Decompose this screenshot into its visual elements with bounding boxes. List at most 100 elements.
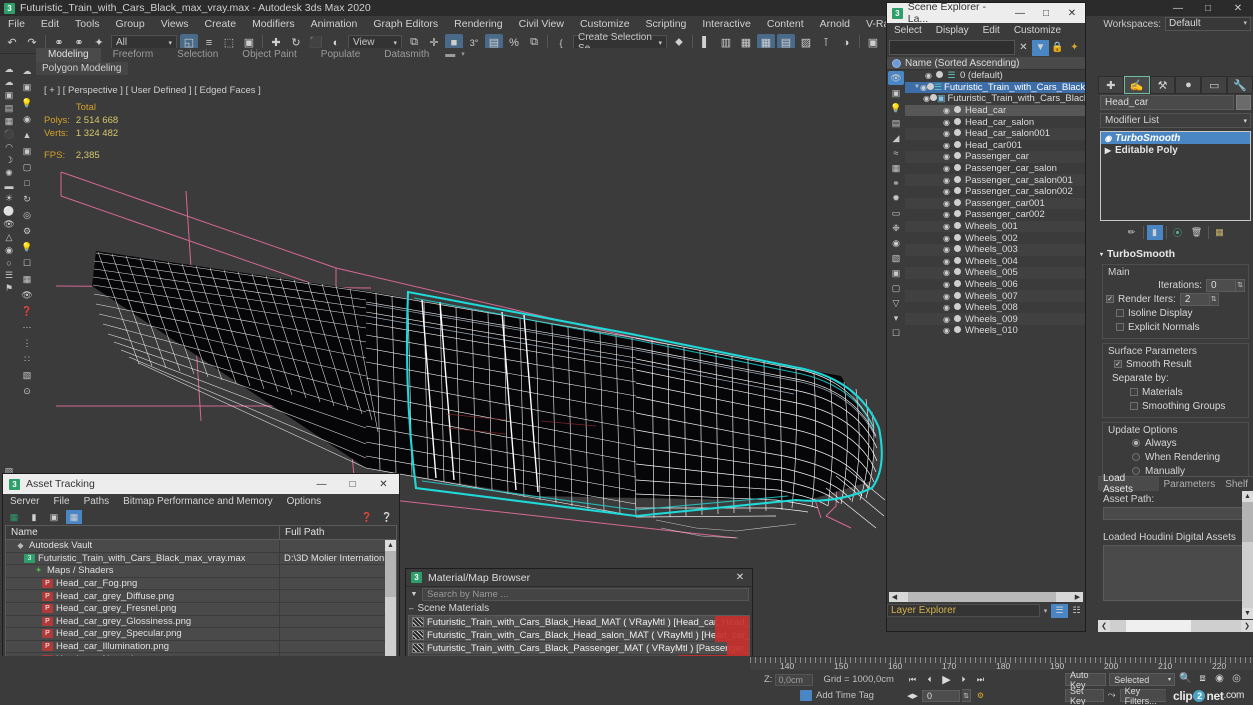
fur-icon[interactable]: ✺: [2, 168, 17, 179]
selection-set-icon[interactable]: ▧: [888, 251, 904, 265]
eye-icon[interactable]: ◉: [941, 199, 952, 208]
scene-explorer-node[interactable]: ◉ Head_car_salon: [905, 116, 1085, 128]
tab-display[interactable]: ▭: [1201, 76, 1228, 94]
ribbon-overflow-icon[interactable]: ▬: [441, 48, 459, 62]
scene-explorer-node[interactable]: ◉ Wheels_008: [905, 302, 1085, 314]
go-to-start-button[interactable]: ⏮: [905, 673, 920, 686]
geometry-icon[interactable]: ▭: [888, 206, 904, 220]
display-icon[interactable]: ▢: [888, 281, 904, 295]
lock-icon[interactable]: 🔒: [1049, 40, 1066, 56]
se-close-button[interactable]: ✕: [1059, 3, 1085, 23]
bone-icon[interactable]: ⚭: [888, 176, 904, 190]
houdini-vscrollbar[interactable]: ▲ ▼: [1242, 491, 1253, 619]
scene-explorer-node[interactable]: ◉ Passenger_car002: [905, 209, 1085, 221]
freeze-dot-icon[interactable]: [952, 267, 963, 278]
eye-icon[interactable]: ◉: [941, 164, 952, 173]
menu-item-file[interactable]: File: [0, 16, 33, 32]
iterations-field[interactable]: 0: [1206, 278, 1236, 292]
smoothing-groups-checkbox[interactable]: [1130, 402, 1138, 410]
scene-explorer-hscrollbar[interactable]: ◀ ▶: [887, 591, 1085, 603]
container-icon[interactable]: ☐: [888, 326, 904, 340]
scene-materials-section-header[interactable]: – Scene Materials: [406, 602, 752, 615]
eye-icon[interactable]: ◉: [920, 83, 927, 92]
scene-explorer-node[interactable]: ◉ Head_car_salon001: [905, 127, 1085, 140]
vray-dots-icon[interactable]: ⋮: [20, 336, 35, 350]
asset-path-field[interactable]: [1103, 507, 1248, 520]
vray-sphere-icon[interactable]: ◉: [20, 112, 35, 126]
minimize-button[interactable]: —: [1163, 0, 1193, 16]
ribbon-tab-freeform[interactable]: Freeform: [101, 48, 166, 62]
next-frame-button[interactable]: ⏵: [956, 673, 971, 686]
scene-explorer-node[interactable]: ◉ Wheels_003: [905, 243, 1085, 256]
add-time-tag-row[interactable]: Add Time Tag: [764, 688, 905, 704]
group-icon[interactable]: ▦: [888, 161, 904, 175]
freeze-dot-icon[interactable]: [952, 198, 963, 209]
column-header-name[interactable]: Name: [6, 526, 280, 539]
scroll-up-icon[interactable]: ▲: [385, 540, 396, 551]
scene-explorer-tree[interactable]: ◉ ☰ 0 (default) ▼ ◉ ☰ Futuristic_Train_with_Ca…: [905, 70, 1085, 337]
current-frame-field[interactable]: 0: [922, 689, 960, 702]
spacewarp-icon[interactable]: ≈: [888, 146, 904, 160]
at-maximize-button[interactable]: □: [337, 474, 368, 494]
material-row[interactable]: Futuristic_Train_with_Cars_Black_Passeng…: [409, 642, 749, 655]
se-menu-display[interactable]: Display: [929, 25, 976, 36]
freeze-dot-icon[interactable]: [952, 256, 963, 267]
table-row[interactable]: 3 Futuristic_Train_with_Cars_Black_max_vr…: [6, 552, 396, 566]
table-row[interactable]: P Head_car_Illumination.png: [6, 640, 396, 654]
eye-icon[interactable]: 👁: [2, 219, 17, 230]
hscroll-thumb[interactable]: [908, 592, 1056, 602]
hierarchy-view-icon[interactable]: ☷: [1068, 604, 1085, 618]
helper-icon[interactable]: ◢: [888, 131, 904, 145]
ribbon-tab-modeling[interactable]: Modeling: [36, 48, 101, 62]
eye-icon[interactable]: ◉: [941, 118, 952, 127]
scroll-right-icon[interactable]: ❯: [1241, 620, 1253, 632]
tab-motion[interactable]: ●: [1175, 76, 1202, 94]
eye-icon[interactable]: ◉: [941, 187, 952, 196]
at-close-button[interactable]: ✕: [368, 474, 399, 494]
tab-parameters[interactable]: Parameters: [1159, 477, 1221, 491]
light-icon[interactable]: 💡: [888, 101, 904, 115]
tab-load-assets[interactable]: Load Assets: [1098, 473, 1159, 495]
freeze-dot-icon[interactable]: [952, 291, 963, 302]
freeze-dot-icon[interactable]: [952, 233, 963, 244]
eye-icon[interactable]: ◉: [941, 326, 952, 335]
key-mode-toggle-icon[interactable]: ◀▶: [905, 689, 920, 702]
freeze-dot-icon[interactable]: [952, 302, 963, 313]
eye-icon[interactable]: ◉: [941, 106, 952, 115]
eye-icon[interactable]: ◉: [941, 152, 952, 161]
scene-explorer-node[interactable]: ◉ Passenger_car_salon001: [905, 174, 1085, 186]
cone-icon[interactable]: △: [2, 232, 17, 243]
scene-explorer-node[interactable]: ◉ Passenger_car001: [905, 197, 1085, 210]
scroll-up-icon[interactable]: ▲: [1242, 491, 1253, 502]
menu-item-rendering[interactable]: Rendering: [446, 16, 510, 32]
at-minimize-button[interactable]: —: [306, 474, 337, 494]
render-iters-checkbox[interactable]: ✓: [1106, 295, 1114, 303]
tab-create[interactable]: ✚: [1098, 76, 1124, 94]
set-key-button[interactable]: Set Key: [1065, 686, 1104, 705]
eye-icon[interactable]: ◉: [941, 129, 952, 138]
asset-tracking-vscrollbar[interactable]: ▲ ▼: [385, 540, 396, 672]
vray-box-icon[interactable]: □: [20, 176, 35, 190]
filter-icon[interactable]: ▼: [1032, 39, 1049, 56]
explicit-normals-checkbox[interactable]: [1116, 323, 1124, 331]
material-browser-close-button[interactable]: ✕: [728, 572, 752, 583]
scene-explorer-node[interactable]: ◉ Wheels_005: [905, 267, 1085, 279]
tab-utilities[interactable]: 🔧: [1227, 76, 1253, 94]
auto-key-button[interactable]: Auto Key: [1065, 670, 1107, 690]
eye-icon[interactable]: ◉: [923, 71, 934, 80]
layers-icon[interactable]: ☰: [2, 270, 17, 281]
update-when-rendering-row[interactable]: When Rendering: [1106, 450, 1245, 464]
zoom-extents-icon[interactable]: ◉: [1211, 671, 1228, 687]
menu-item-customize[interactable]: Customize: [572, 16, 638, 32]
make-unique-icon[interactable]: ⦿: [1170, 225, 1186, 240]
freeze-dot-icon[interactable]: [952, 209, 963, 220]
scene-explorer-node[interactable]: ◉ Wheels_007: [905, 290, 1085, 302]
freeze-dot-icon[interactable]: [952, 163, 963, 174]
funnel-icon[interactable]: ▾: [888, 311, 904, 325]
show-end-result-icon[interactable]: ▮: [1146, 225, 1163, 240]
chevron-down-icon[interactable]: ▾: [1040, 607, 1051, 615]
at-menu-bitmap-performance[interactable]: Bitmap Performance and Memory: [116, 496, 280, 507]
table-row[interactable]: ✦ Maps / Shaders: [6, 565, 396, 578]
modifier-stack-item-editable-poly[interactable]: ▶ Editable Poly: [1101, 144, 1250, 156]
freeze-dot-icon[interactable]: [952, 117, 963, 128]
